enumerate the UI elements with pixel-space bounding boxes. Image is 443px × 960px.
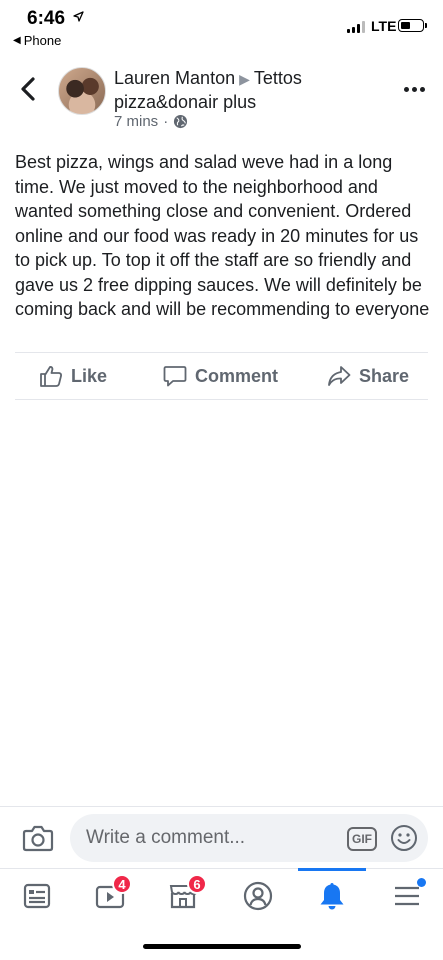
back-app-label: Phone [23,33,62,48]
clock: 6:46 [27,8,66,29]
gif-button[interactable]: GIF [347,827,377,851]
post-header: Lauren Manton ▶ Tettos pizza&donair plus 7… [0,60,443,140]
news-feed-icon [23,883,51,909]
share-button[interactable]: Share [327,365,409,387]
watch-badge: 4 [112,874,132,894]
share-label: Share [359,365,410,386]
divider [15,399,428,400]
post-meta: 7 mins · [114,113,188,130]
menu-notification-dot [417,878,426,887]
author-line: Lauren Manton ▶ Tettos pizza&donair plus [114,67,394,114]
tab-menu[interactable] [377,869,437,923]
comment-composer: Write a comment... GIF [0,806,443,868]
battery-icon [398,19,427,32]
comment-input[interactable]: Write a comment... GIF [70,814,428,862]
globe-icon [174,114,188,129]
bell-icon [320,883,344,910]
location-arrow-icon [73,11,84,22]
meta-dot: · [163,113,169,130]
emoji-icon[interactable] [390,824,418,852]
status-bar: 6:46 ◀ Phone LTE [0,0,443,52]
tab-news-feed[interactable] [7,869,67,923]
tab-profile[interactable] [228,869,288,923]
author-avatar[interactable] [58,67,106,115]
network-label: LTE [371,18,397,34]
profile-icon [243,881,273,911]
comment-label: Comment [195,365,279,386]
signal-icon [347,21,365,33]
marketplace-badge: 6 [187,874,207,894]
comment-placeholder: Write a comment... [86,827,246,848]
post-time[interactable]: 7 mins [114,113,158,130]
comment-button[interactable]: Comment [163,365,278,387]
tab-watch[interactable]: 4 [80,869,140,923]
like-label: Like [71,365,108,386]
more-options-icon[interactable] [404,87,425,92]
tab-notifications[interactable] [302,869,362,923]
author-name[interactable]: Lauren Manton [114,68,235,88]
home-indicator[interactable] [143,944,301,949]
arrow-right-icon: ▶ [239,71,250,87]
comment-bubble-icon [163,366,187,387]
like-button[interactable]: Like [39,365,107,387]
camera-icon[interactable] [22,824,54,852]
thumbs-up-icon [40,366,62,387]
tab-bar: 4 6 [0,868,443,922]
post-text: Best pizza, wings and salad weve had in … [15,152,430,319]
divider [15,352,428,353]
back-to-app[interactable]: ◀ Phone [13,33,61,48]
back-chevron-icon[interactable] [18,76,40,102]
post-actions: Like Comment Share [15,355,428,399]
share-arrow-icon [328,366,351,386]
back-triangle-icon: ◀ [13,35,21,46]
menu-icon [395,886,419,906]
tab-marketplace[interactable]: 6 [153,869,213,923]
